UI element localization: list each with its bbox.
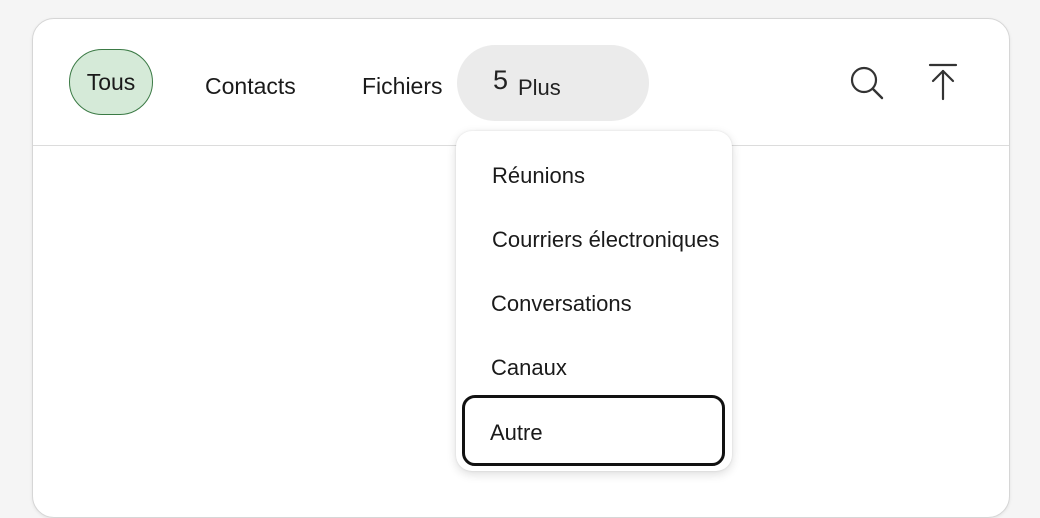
tab-all-label: Tous [86,68,136,95]
menu-item-label: Canaux [491,355,567,380]
menu-item-conversations[interactable]: Conversations [464,273,726,337]
filter-tab-bar: Tous Contacts Fichiers 5 Plus [33,19,1009,146]
menu-item-label: Conversations [491,291,632,316]
tab-contacts-label: Contacts [205,73,296,99]
scroll-to-top-button[interactable] [921,59,965,103]
menu-item-meetings[interactable]: Réunions [464,145,726,209]
menu-item-label: Courriers électroniques [492,227,720,252]
more-dropdown-menu: Réunions Courriers électroniques Convers… [456,131,732,471]
tab-files[interactable]: Fichiers [362,73,443,100]
tab-more-label: Plus [518,75,561,100]
menu-item-other[interactable]: Autre [462,395,725,466]
menu-item-channels[interactable]: Canaux [464,337,726,401]
menu-item-label: Autre [490,420,543,445]
tab-contacts[interactable]: Contacts [205,73,296,100]
tab-all[interactable]: Tous [69,49,153,115]
arrow-up-to-line-icon [928,63,958,101]
tab-files-label: Fichiers [362,73,443,99]
search-button[interactable] [845,61,889,105]
tab-more[interactable]: 5 Plus [457,45,649,121]
more-count: 5 [493,65,509,95]
search-icon [850,66,884,100]
menu-item-label: Réunions [492,163,585,188]
menu-item-emails[interactable]: Courriers électroniques [464,209,726,273]
